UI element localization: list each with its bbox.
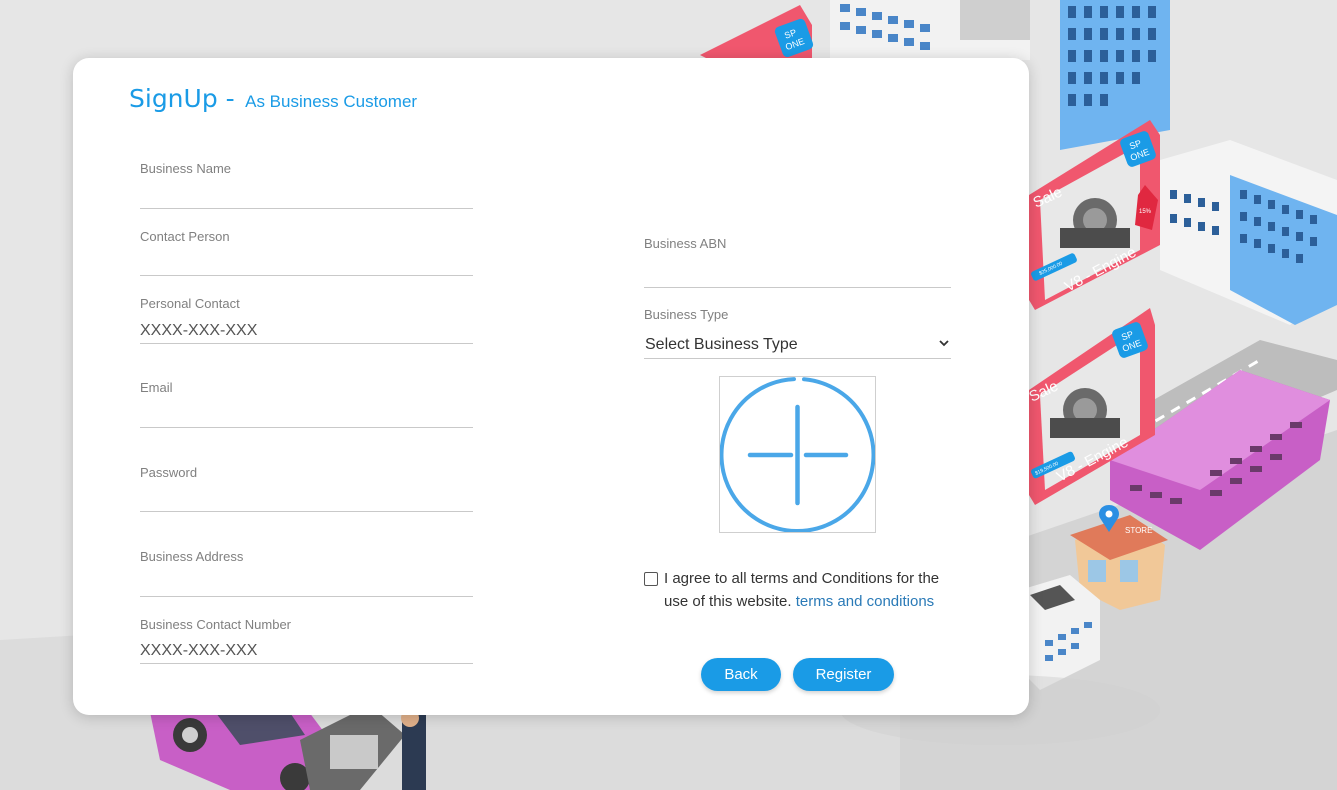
email-field: Email [140,380,473,428]
email-label: Email [140,380,173,395]
image-upload[interactable] [719,376,876,533]
business-address-label: Business Address [140,549,244,564]
business-name-input[interactable] [140,184,473,208]
business-name-field: Business Name [140,161,473,209]
terms-link[interactable]: terms and conditions [796,593,934,610]
terms-agreement: I agree to all terms and Conditions for … [644,568,944,613]
business-abn-label: Business ABN [644,236,727,251]
email-input[interactable] [140,403,473,427]
password-label: Password [140,465,198,480]
business-address-input[interactable] [140,572,473,596]
building-blue-right [1160,140,1337,325]
store-sign: STORE [1125,526,1152,535]
business-contact-number-input[interactable] [140,639,473,663]
contact-person-label: Contact Person [140,229,230,244]
discount-text: 15% [1139,209,1152,215]
business-contact-number-field: Business Contact Number [140,617,473,664]
contact-person-field: Contact Person [140,229,473,276]
personal-contact-label: Personal Contact [140,296,240,311]
business-type-select[interactable]: Select Business Type [644,331,951,359]
signup-card: SignUp - As Business Customer Business N… [73,58,1029,715]
chevron-down-icon [939,340,949,347]
back-button[interactable]: Back [701,658,781,691]
building-gray-top [830,0,1060,60]
sale-sign-top: SP ONE [700,5,814,60]
business-abn-input[interactable] [644,263,951,287]
business-contact-number-label: Business Contact Number [140,617,292,632]
sale-sign-1: SP ONE Sale 15% $25,000.00 V8 - Engine [1029,120,1160,310]
mechanic-figure [401,709,426,790]
password-field: Password [140,465,473,512]
business-abn-field: Business ABN [644,236,951,288]
contact-person-input[interactable] [140,251,473,275]
personal-contact-input[interactable] [140,319,473,343]
title-main: SignUp - [129,84,235,113]
business-name-label: Business Name [140,161,232,176]
title-sub: As Business Customer [245,92,418,111]
register-button[interactable]: Register [793,658,894,691]
page-title: SignUp - As Business Customer [129,84,417,113]
business-type-value: Select Business Type [645,336,798,353]
add-image-icon [719,377,876,533]
business-type-label: Business Type [644,307,729,322]
terms-checkbox[interactable] [644,572,658,586]
personal-contact-field: Personal Contact [140,296,473,344]
business-address-field: Business Address [140,549,473,597]
password-input[interactable] [140,487,473,511]
